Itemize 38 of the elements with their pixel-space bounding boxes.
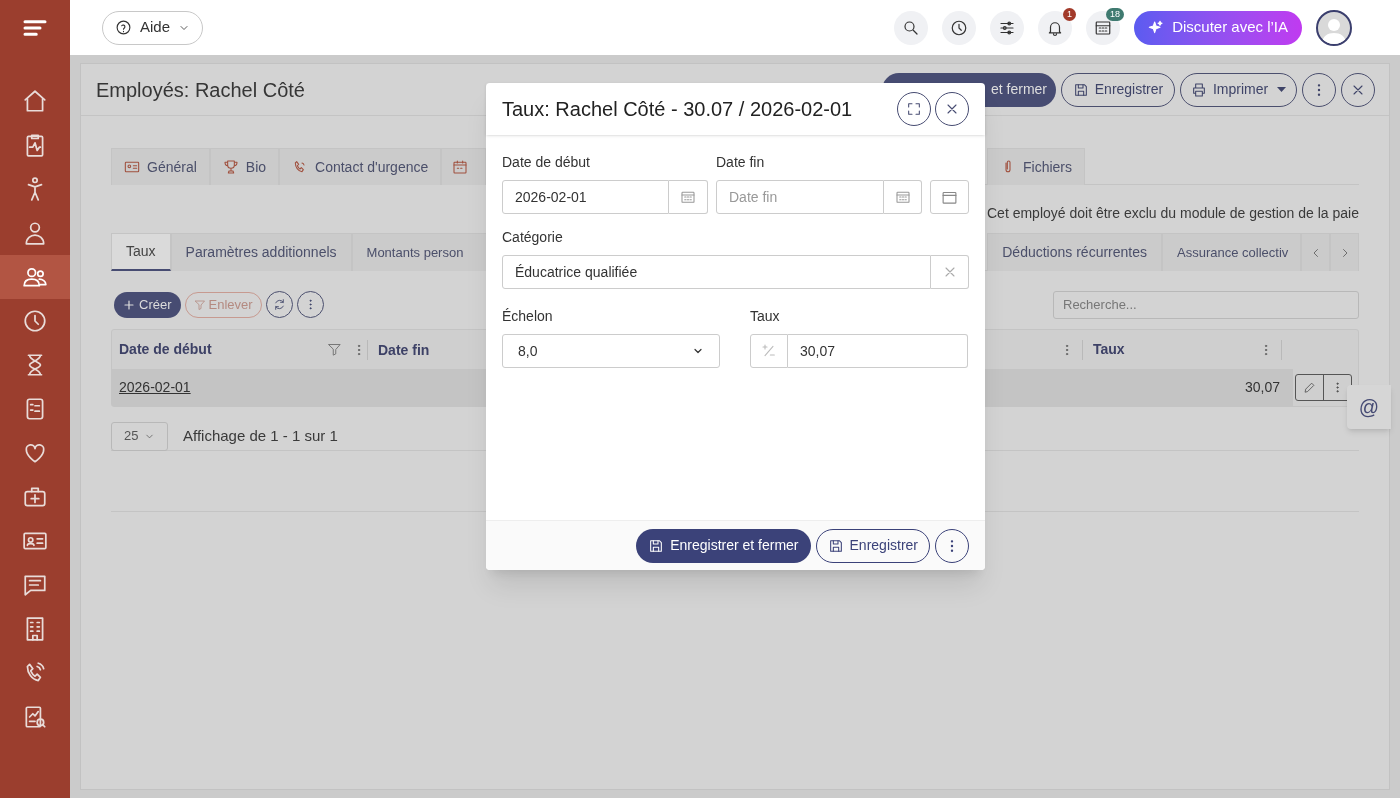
tab[interactable]: Contact d'urgence [279,148,442,185]
create-button[interactable]: Créer [114,291,181,318]
start-date-link[interactable]: 2026-02-01 [119,377,191,398]
column-header: Date fin [378,341,430,358]
rate-field[interactable]: 30,07 [788,334,968,368]
subtab[interactable]: Montants person [351,233,489,271]
table-cell-text: 30,07 [1244,378,1280,397]
field-label: Date de début [502,153,591,172]
subtab[interactable]: Taux [111,233,171,271]
mention-button[interactable]: @ [1347,385,1391,429]
page-title: Employés: Rachel Côté [96,77,305,103]
badge: 1 [1063,7,1077,21]
notifications-button[interactable]: 1 [1038,10,1073,45]
start-date-field[interactable]: 2026-02-01 [502,180,669,214]
tab[interactable]: Fichiers [987,148,1085,185]
field-label: Date fin [716,153,766,172]
dialog-title: Taux: Rachel Côté - 30.07 / 2026-02-01 [502,97,853,122]
column-header: Date de début [119,340,212,359]
field-label: Taux [750,307,781,326]
step-select[interactable]: 8,0 [502,334,720,368]
subtab[interactable]: Assurance collectiv [1162,233,1301,271]
tab[interactable]: Général [111,148,210,185]
end-date-field[interactable]: Date fin [716,180,884,214]
notice-text: Cet employé doit être exclu du module de gestion de la paie [987,204,1359,223]
subtab[interactable]: Déductions récurrentes [987,233,1162,271]
badge: 18 [1106,7,1125,21]
save-close-button[interactable]: Enregistrer et fermer [636,528,811,563]
page-size-select[interactable]: 25 [111,421,168,451]
category-field[interactable]: Éducatrice qualifiée [502,255,931,289]
tab[interactable]: Bio [209,148,280,185]
pager-summary: Affichage de 1 - 1 sur 1 [183,425,338,446]
column-header: Taux [1093,340,1126,359]
ai-chat-button[interactable]: Discuter avec l’IA [1134,10,1302,45]
search-field[interactable]: Recherche... [1053,290,1359,319]
field-label: Catégorie [502,228,564,247]
field-label: Échelon [502,307,554,326]
subtab[interactable]: Paramètres additionnels [170,233,352,271]
calendar-button[interactable]: 18 [1086,10,1121,45]
